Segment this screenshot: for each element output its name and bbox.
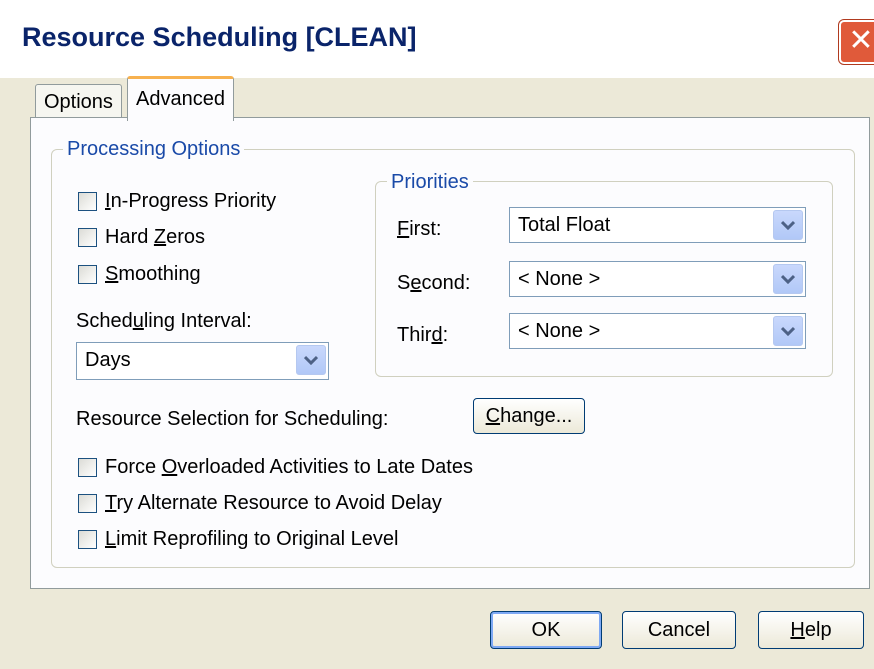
force-overloaded-checkbox[interactable]: Force Overloaded Activities to Late Date… xyxy=(78,456,473,479)
checkbox-label: Force Overloaded Activities to Late Date… xyxy=(105,456,473,478)
checkbox-label: In-Progress Priority xyxy=(105,190,277,212)
cancel-button[interactable]: Cancel xyxy=(622,611,736,649)
resource-selection-label: Resource Selection for Scheduling: xyxy=(76,408,389,430)
scheduling-interval-select[interactable]: Days xyxy=(76,342,329,380)
title-bar: Resource Scheduling [CLEAN] ✕ xyxy=(0,0,874,78)
checkbox-label: Try Alternate Resource to Avoid Delay xyxy=(105,492,442,514)
checkbox-box[interactable] xyxy=(78,530,97,549)
change-button[interactable]: Change... xyxy=(473,398,585,434)
checkbox-box[interactable] xyxy=(78,192,97,211)
tab-options[interactable]: Options xyxy=(35,84,122,117)
checkbox-label: Smoothing xyxy=(105,263,201,285)
smoothing-checkbox[interactable]: Smoothing xyxy=(78,263,201,286)
checkbox-box[interactable] xyxy=(78,494,97,513)
priorities-legend: Priorities xyxy=(387,171,473,193)
selected-value: Days xyxy=(85,349,131,371)
help-button[interactable]: Help xyxy=(758,611,864,649)
scheduling-interval-label: Scheduling Interval: xyxy=(76,310,252,332)
hard-zeros-checkbox[interactable]: Hard Zeros xyxy=(78,226,205,249)
checkbox-box[interactable] xyxy=(78,458,97,477)
selected-value: Total Float xyxy=(518,214,611,236)
chevron-down-icon[interactable] xyxy=(296,345,326,375)
chevron-down-icon[interactable] xyxy=(773,210,803,240)
tab-panel-advanced: Processing Options In-Progress Priority … xyxy=(30,117,870,589)
first-priority-select[interactable]: Total Float xyxy=(509,207,806,243)
second-priority-select[interactable]: < None > xyxy=(509,261,806,297)
selected-value: < None > xyxy=(518,268,601,290)
close-icon[interactable]: ✕ xyxy=(839,20,874,64)
in-progress-priority-checkbox[interactable]: In-Progress Priority xyxy=(78,190,276,213)
window-title: Resource Scheduling [CLEAN] xyxy=(22,22,417,52)
tab-advanced[interactable]: Advanced xyxy=(127,76,234,121)
try-alternate-resource-checkbox[interactable]: Try Alternate Resource to Avoid Delay xyxy=(78,492,442,515)
third-priority-label: Third: xyxy=(397,324,449,346)
checkbox-box[interactable] xyxy=(78,265,97,284)
checkbox-label: Hard Zeros xyxy=(105,226,206,248)
limit-reprofiling-checkbox[interactable]: Limit Reprofiling to Original Level xyxy=(78,528,398,551)
first-priority-label: First: xyxy=(397,218,442,240)
second-priority-label: Second: xyxy=(397,272,471,294)
checkbox-box[interactable] xyxy=(78,228,97,247)
chevron-down-icon[interactable] xyxy=(773,264,803,294)
selected-value: < None > xyxy=(518,320,601,342)
processing-options-legend: Processing Options xyxy=(63,138,245,160)
checkbox-label: Limit Reprofiling to Original Level xyxy=(105,528,399,550)
chevron-down-icon[interactable] xyxy=(773,316,803,346)
ok-button[interactable]: OK xyxy=(490,611,602,649)
third-priority-select[interactable]: < None > xyxy=(509,313,806,349)
